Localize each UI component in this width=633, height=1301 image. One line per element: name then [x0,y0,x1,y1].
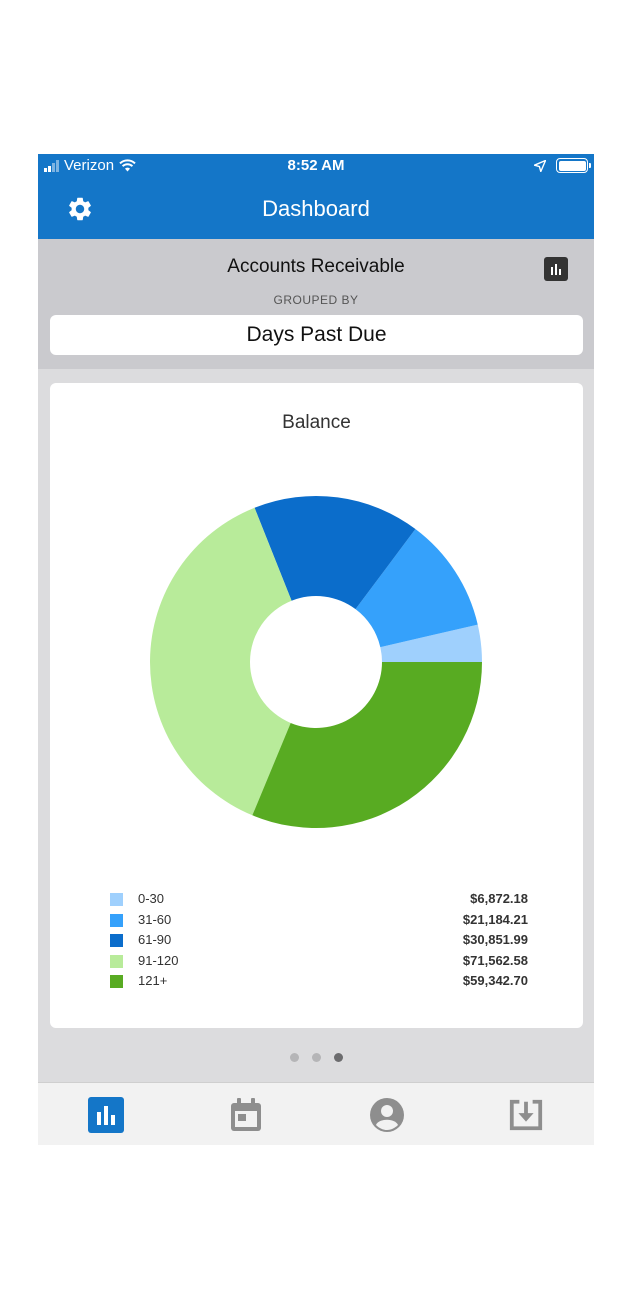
status-right [534,158,591,173]
calendar-icon [231,1098,261,1131]
tab-downloads[interactable] [508,1097,544,1133]
grouped-by-label: GROUPED BY [273,293,359,307]
nav-bar: Dashboard [38,179,594,239]
page-title: Dashboard [262,196,370,221]
legend-value: $21,184.21 [462,911,528,927]
page-dot[interactable] [333,1053,343,1062]
legend-label: 0-30 [138,891,165,906]
legend-swatch [110,934,123,947]
person-icon [370,1098,404,1132]
tab-bar [38,1082,594,1145]
legend-value: $59,342.70 [462,973,528,988]
legend-swatch [110,913,123,927]
tab-calendar[interactable] [228,1097,264,1133]
page-indicator[interactable] [38,1053,594,1062]
app-screen: Verizon 8:52 AM Dashboard Accounts Recei… [38,154,594,1145]
legend-item: 61-90 $30,851.99 [110,930,528,951]
report-header: Accounts Receivable GROUPED BY Days Past… [38,239,594,369]
donut-slice-121+[interactable] [252,662,482,828]
tab-dashboard[interactable] [88,1097,124,1133]
chart-legend: 0-30 $6,872.18 31-60 $21,184.21 61-90 $30,851… [110,889,528,992]
legend-value: $30,851.99 [462,932,528,947]
download-icon [509,1099,543,1131]
donut-chart [149,496,482,828]
status-time: 8:52 AM [287,157,345,174]
chart-view-button[interactable] [544,257,568,281]
page-dot[interactable] [311,1053,321,1062]
tab-profile[interactable] [369,1097,405,1133]
legend-item: 31-60 $21,184.21 [110,910,528,931]
balance-chart-card: Balance 0-30 $6,872.18 31-60 $21,184.21 61-9… [50,383,583,1028]
status-bar: Verizon 8:52 AM [38,154,594,179]
bar-chart-icon [551,264,561,275]
legend-label: 121+ [138,973,168,988]
legend-label: 31-60 [138,911,172,927]
legend-item: 0-30 $6,872.18 [110,889,528,910]
legend-label: 61-90 [138,932,172,947]
legend-value: $6,872.18 [470,891,528,906]
report-title: Accounts Receivable [227,256,405,277]
page-dot[interactable] [289,1053,299,1062]
legend-swatch [110,893,123,906]
donut-slice-91-120[interactable] [149,507,292,816]
legend-value: $71,562.58 [462,952,528,968]
legend-swatch [110,954,123,968]
legend-item: 121+ $59,342.70 [110,971,528,992]
battery-icon [556,158,591,173]
legend-label: 91-120 [138,952,179,968]
legend-item: 91-120 $71,562.58 [110,951,528,972]
legend-swatch [110,975,123,988]
location-arrow-icon [534,159,546,172]
bar-chart-icon [88,1097,124,1133]
grouped-by-select[interactable]: Days Past Due [50,315,583,355]
